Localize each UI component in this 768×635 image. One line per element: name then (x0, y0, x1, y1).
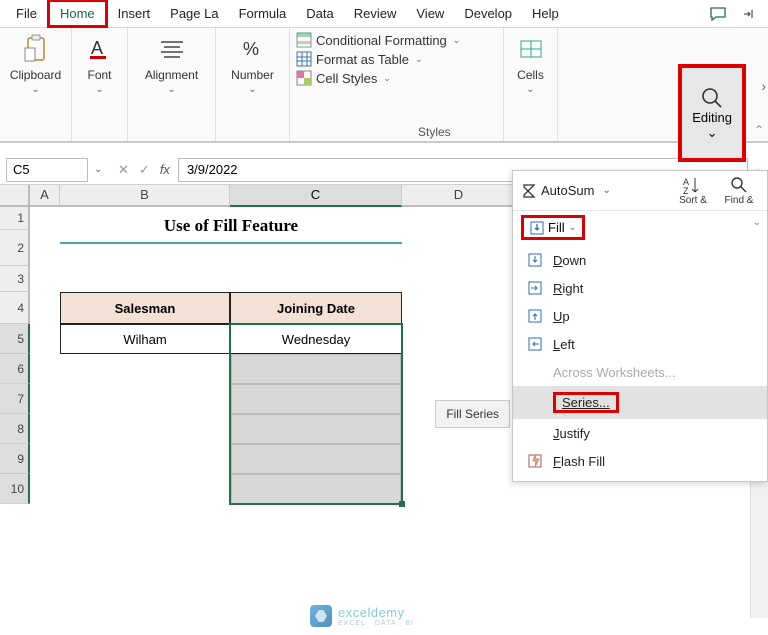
cell-c5[interactable]: Wednesday (230, 324, 402, 354)
ribbon-styles: Conditional Formatting⌄ Format as Table⌄… (290, 28, 504, 141)
panel-expand-icon[interactable]: ⌄ (753, 217, 761, 228)
svg-text:%: % (243, 39, 259, 59)
tooltip-fill-series: Fill Series (435, 400, 510, 428)
cell-b5[interactable]: Wilham (60, 324, 230, 354)
menu-insert[interactable]: Insert (108, 2, 161, 25)
menu-bar: File Home Insert Page La Formula Data Re… (0, 0, 768, 28)
ribbon: Clipboard ⌄ A Font ⌄ Alignment ⌄ % Numbe… (0, 28, 768, 143)
col-header-d[interactable]: D (402, 185, 516, 207)
column-headers: A B C D (30, 185, 516, 207)
menu-help[interactable]: Help (522, 2, 569, 25)
cell-c9[interactable] (231, 444, 401, 474)
name-box[interactable] (6, 158, 88, 182)
cell-c6[interactable] (231, 354, 401, 384)
cell-c10[interactable] (231, 474, 401, 504)
row-header[interactable]: 9 (0, 444, 30, 474)
arrow-right-icon (527, 280, 543, 296)
arrow-down-icon (527, 252, 543, 268)
font-icon: A (85, 34, 115, 64)
fill-right[interactable]: Right (513, 274, 767, 302)
menu-page-layout[interactable]: Page La (160, 2, 228, 25)
enter-icon[interactable]: ✓ (139, 162, 150, 178)
row-header[interactable]: 6 (0, 354, 30, 384)
format-as-table-button[interactable]: Format as Table⌄ (296, 51, 497, 67)
fill-down[interactable]: DDownown (513, 246, 767, 274)
comments-icon[interactable] (702, 3, 734, 25)
watermark: exceldemy EXCEL · DATA · BI (310, 605, 414, 627)
ribbon-scroll-right[interactable]: › (761, 78, 766, 94)
fill-submenu: DDownown Right Up Left Across Worksheets… (513, 244, 767, 481)
row-header[interactable]: 5 (0, 324, 30, 354)
col-header-b[interactable]: B (60, 185, 230, 207)
ribbon-alignment[interactable]: Alignment ⌄ (128, 28, 216, 141)
fill-flash-fill[interactable]: Flash Fill (513, 447, 767, 475)
percent-icon: % (238, 34, 268, 64)
row-header[interactable]: 4 (0, 292, 30, 324)
ribbon-cells[interactable]: Cells ⌄ (504, 28, 558, 141)
menu-data[interactable]: Data (296, 2, 343, 25)
sort-filter-button[interactable]: AZ Sort & (673, 175, 713, 206)
menu-home[interactable]: Home (47, 0, 108, 28)
menu-view[interactable]: View (406, 2, 454, 25)
menu-file[interactable]: File (6, 2, 47, 25)
conditional-formatting-button[interactable]: Conditional Formatting⌄ (296, 32, 497, 48)
row-header[interactable]: 1 (0, 207, 30, 230)
editing-dropdown-panel: AutoSum ⌄ AZ Sort & Find & Fill ⌄ ⌄ DDow… (512, 170, 768, 482)
fill-across-worksheets: Across Worksheets... (513, 358, 767, 386)
find-select-button[interactable]: Find & (719, 175, 759, 206)
row-header[interactable]: 10 (0, 474, 30, 504)
styles-group-label: Styles (418, 125, 451, 139)
share-icon[interactable] (734, 3, 762, 25)
fill-series[interactable]: Series... (513, 386, 767, 419)
name-box-dropdown[interactable]: ⌄ (94, 164, 110, 175)
fill-justify[interactable]: Justify (513, 419, 767, 447)
chevron-down-icon: ⌄ (31, 84, 39, 95)
row-header[interactable]: 7 (0, 384, 30, 414)
fill-button[interactable]: Fill ⌄ (521, 215, 585, 240)
cells-icon (516, 34, 546, 64)
clipboard-icon (21, 34, 51, 64)
row-header[interactable]: 2 (0, 230, 30, 266)
search-icon (700, 86, 724, 110)
arrow-left-icon (527, 336, 543, 352)
col-header-c[interactable]: C (230, 185, 402, 207)
exceldemy-logo-icon (310, 605, 332, 627)
header-salesman[interactable]: Salesman (60, 292, 230, 324)
col-header-a[interactable]: A (30, 185, 60, 207)
fx-icon[interactable]: fx (160, 162, 170, 177)
ribbon-number[interactable]: % Number ⌄ (216, 28, 290, 141)
sheet-title[interactable]: Use of Fill Feature (60, 208, 402, 244)
row-headers: 1 2 3 4 5 6 7 8 9 10 (0, 207, 30, 504)
flash-fill-icon (527, 453, 543, 469)
cell-styles-button[interactable]: Cell Styles⌄ (296, 70, 497, 86)
menu-review[interactable]: Review (344, 2, 407, 25)
cancel-icon[interactable]: ✕ (118, 162, 129, 178)
row-header[interactable]: 3 (0, 266, 30, 292)
ribbon-editing[interactable]: Editing ⌄ (678, 64, 746, 162)
ribbon-font[interactable]: A Font ⌄ (72, 28, 128, 141)
fill-up[interactable]: Up (513, 302, 767, 330)
cell-c8[interactable] (231, 414, 401, 444)
header-joining-date[interactable]: Joining Date (230, 292, 402, 324)
ribbon-clipboard[interactable]: Clipboard ⌄ (0, 28, 72, 141)
svg-text:Z: Z (683, 186, 689, 195)
menu-develop[interactable]: Develop (454, 2, 522, 25)
fill-left[interactable]: Left (513, 330, 767, 358)
menu-formula[interactable]: Formula (229, 2, 297, 25)
autosum-button[interactable]: AutoSum ⌄ (521, 183, 611, 199)
row-header[interactable]: 8 (0, 414, 30, 444)
select-all-corner[interactable] (0, 185, 30, 207)
svg-text:A: A (91, 38, 103, 58)
cell-c7[interactable] (231, 384, 401, 414)
ribbon-collapse-icon[interactable]: ⌃ (754, 123, 764, 137)
alignment-icon (157, 34, 187, 64)
arrow-up-icon (527, 308, 543, 324)
